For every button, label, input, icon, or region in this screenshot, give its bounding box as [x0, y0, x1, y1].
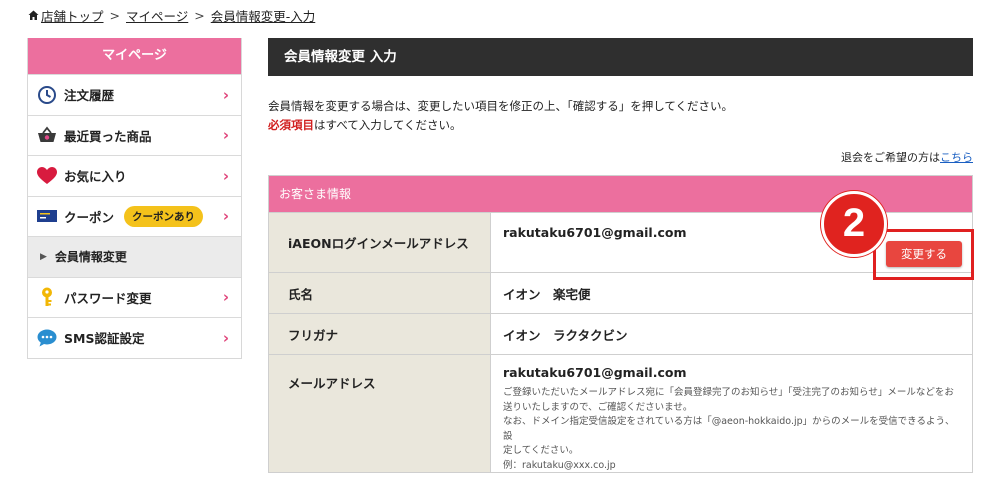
sidebar-item-sms-auth[interactable]: SMS認証設定 ›: [28, 317, 241, 358]
chevron-right-icon: ›: [222, 328, 229, 347]
sidebar-item-order-history[interactable]: 注文履歴 ›: [28, 74, 241, 115]
table-row: フリガナ イオン ラクタクビン: [269, 313, 972, 354]
breadcrumb-current-link[interactable]: 会員情報変更-入力: [211, 6, 316, 25]
chevron-right-icon: ›: [222, 207, 229, 226]
row-value: イオン ラクタクビン: [503, 327, 628, 343]
email-note-line: 送りいたしますので、ご確認くださいませ。: [503, 401, 693, 413]
key-icon: [36, 286, 58, 308]
email-note: ご登録いただいたメールアドレス宛に「会員登録完了のお知らせ」「受注完了のお知らせ…: [503, 386, 972, 473]
breadcrumb-mypage-link[interactable]: マイページ: [126, 6, 188, 25]
email-note-line: ご登録いただいたメールアドレス宛に「会員登録完了のお知らせ」「受注完了のお知らせ…: [503, 387, 954, 398]
page-title: 会員情報変更 入力: [268, 38, 973, 76]
intro-line: 必須項目はすべて入力してください。: [268, 116, 973, 135]
chevron-right-icon: ›: [222, 85, 229, 104]
chevron-right-icon: ›: [222, 288, 229, 307]
coupon-available-badge: クーポンあり: [124, 205, 204, 227]
email-note-line: なお、ドメイン指定受信設定をされている方は「@aeon-hokkaido.jp」…: [503, 416, 955, 442]
clock-icon: [36, 84, 58, 106]
chevron-right-icon: ›: [222, 126, 229, 145]
row-label: iAEONログインメールアドレス: [269, 213, 491, 272]
sidebar-title: マイページ: [28, 38, 241, 74]
intro-text: 会員情報を変更する場合は、変更したい項目を修正の上、「確認する」を押してください…: [268, 97, 973, 135]
email-note-line: 定してください。: [503, 445, 579, 456]
heart-icon: [36, 165, 58, 187]
sidebar-item-member-info[interactable]: ▶ 会員情報変更: [28, 236, 241, 277]
intro-line: 会員情報を変更する場合は、変更したい項目を修正の上、「確認する」を押してください…: [268, 99, 734, 113]
sidebar-item-label: クーポン: [64, 209, 115, 225]
email-note-line: 例：rakutaku@xxx.co.jp: [503, 459, 616, 471]
home-icon: [28, 10, 39, 21]
chat-icon: [36, 327, 58, 349]
sidebar-item-favorites[interactable]: お気に入り ›: [28, 155, 241, 196]
row-value: rakutaku6701@gmail.com ご登録いただいたメールアドレス宛に…: [491, 355, 972, 472]
sidebar-item-recent-purchases[interactable]: 最近買った商品 ›: [28, 114, 241, 155]
sidebar-item-coupon[interactable]: クーポン クーポンあり ›: [28, 195, 241, 236]
sidebar-item-password[interactable]: パスワード変更 ›: [28, 276, 241, 317]
row-label: フリガナ: [269, 314, 491, 354]
sidebar-item-label: 最近買った商品: [64, 128, 152, 144]
row-label: メールアドレス: [269, 355, 491, 472]
change-button[interactable]: 変更する: [886, 241, 962, 267]
email-value: rakutaku6701@gmail.com: [503, 365, 687, 380]
breadcrumb-separator: >: [109, 8, 120, 23]
sidebar: マイページ 注文履歴 › 最近買った商品 › お気に入り › クーポン クーポン…: [27, 38, 242, 359]
sidebar-item-label: 会員情報変更: [54, 250, 127, 265]
withdraw-notice: 退会をご希望の方はこちら: [268, 149, 973, 165]
required-label: 必須項目: [268, 118, 314, 132]
withdraw-link[interactable]: こちら: [940, 151, 973, 164]
sidebar-item-label: SMS認証設定: [64, 331, 145, 347]
table-row: メールアドレス rakutaku6701@gmail.com ご登録いただいたメ…: [269, 354, 972, 472]
breadcrumb-home-link[interactable]: 店舗トップ: [41, 6, 104, 25]
sidebar-item-label: お気に入り: [64, 169, 127, 185]
breadcrumb-separator: >: [194, 8, 205, 23]
chevron-right-icon: ›: [222, 166, 229, 185]
sidebar-item-label: 注文履歴: [64, 88, 115, 104]
coupon-icon: [36, 205, 58, 227]
table-row: 氏名 イオン 楽宅便: [269, 272, 972, 313]
breadcrumb: 店舗トップ > マイページ > 会員情報変更-入力: [28, 6, 315, 25]
triangle-right-icon: ▶: [40, 251, 47, 262]
withdraw-text: 退会をご希望の方は: [841, 151, 940, 164]
main-content: 会員情報変更 入力 会員情報を変更する場合は、変更したい項目を修正の上、「確認す…: [268, 38, 974, 473]
intro-line-rest: はすべて入力してください。: [314, 118, 462, 132]
login-email-value: rakutaku6701@gmail.com: [503, 225, 687, 240]
step-number-badge: 2: [821, 191, 887, 257]
basket-icon: [36, 124, 58, 146]
row-label: 氏名: [269, 273, 491, 313]
sidebar-item-label: パスワード変更: [64, 290, 152, 306]
